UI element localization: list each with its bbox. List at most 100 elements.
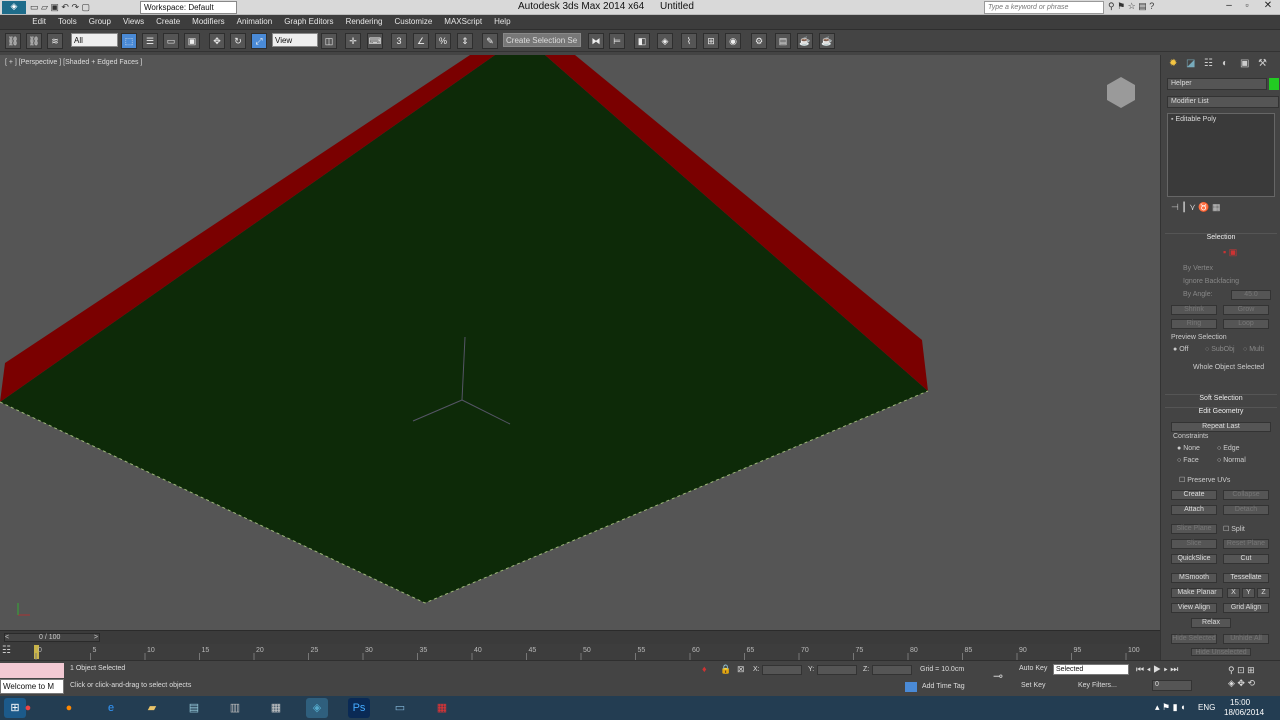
window-switcher-icon[interactable]: ▭ <box>389 698 411 718</box>
3dsmax-taskbar-icon[interactable]: ◈ <box>306 698 328 718</box>
make-planar-button[interactable]: Make Planar <box>1171 588 1223 598</box>
menu-group[interactable]: Group <box>83 15 117 26</box>
rectangular-region-icon[interactable]: ▭ <box>163 33 179 49</box>
angle-spinner[interactable]: 45.0 <box>1231 290 1271 300</box>
utilities-tab-icon[interactable]: ⚒ <box>1258 58 1267 69</box>
add-time-tag-button[interactable]: Add Time Tag <box>922 683 965 690</box>
angle-snap-icon[interactable]: ∠ <box>413 33 429 49</box>
attach-button[interactable]: Attach <box>1171 505 1217 515</box>
close-button[interactable]: ✕ <box>1256 0 1280 14</box>
view-align-button[interactable]: View Align <box>1171 603 1217 613</box>
workspace-dropdown[interactable]: Workspace: Default <box>140 1 237 14</box>
bind-spacewarp-icon[interactable]: ≋ <box>47 33 63 49</box>
ring-button[interactable]: Ring <box>1171 319 1217 329</box>
schematic-view-icon[interactable]: ⊞ <box>703 33 719 49</box>
stack-tools-icons[interactable]: ⊣ ┃ ⋎ ♉ ▦ <box>1171 202 1275 214</box>
collapse-button[interactable]: Collapse <box>1223 490 1269 500</box>
planar-z-button[interactable]: Z <box>1257 588 1270 598</box>
grow-button[interactable]: Grow <box>1223 305 1269 315</box>
curve-editor-icon[interactable]: ⌇ <box>681 33 697 49</box>
playback-controls[interactable]: ⏮ ◂ ▶ ▸ ⏭ <box>1136 664 1216 676</box>
current-frame-field[interactable]: 0 <box>1152 680 1192 691</box>
hierarchy-tab-icon[interactable]: ☷ <box>1204 58 1213 69</box>
set-key-icon[interactable]: ⊸ <box>993 669 1003 683</box>
constraint-edge-radio[interactable]: ○ Edge <box>1217 445 1240 452</box>
split-checkbox[interactable]: ☐ Split <box>1223 525 1245 533</box>
reset-plane-button[interactable]: Reset Plane <box>1223 539 1269 549</box>
select-by-name-icon[interactable]: ☰ <box>142 33 158 49</box>
network-icon[interactable]: ▤ <box>183 698 205 718</box>
quickslice-button[interactable]: QuickSlice <box>1171 554 1217 564</box>
file-explorer-icon[interactable]: ▰ <box>141 698 163 718</box>
preview-subobj-radio[interactable]: ○ SubObj <box>1205 346 1235 353</box>
rendered-frame-icon[interactable]: ▤ <box>775 33 791 49</box>
constraint-normal-radio[interactable]: ○ Normal <box>1217 457 1246 464</box>
preview-multi-radio[interactable]: ○ Multi <box>1243 346 1264 353</box>
percent-snap-icon[interactable]: % <box>435 33 451 49</box>
track-bar[interactable]: 0 5 10 15 20 25 30 35 40 45 50 55 60 65 70 75 80 85 90 95 10… <box>30 644 1140 660</box>
minimize-button[interactable]: – <box>1220 0 1238 14</box>
render-production-icon[interactable]: ☕ <box>797 33 813 49</box>
firefox-icon[interactable]: ● <box>58 698 80 718</box>
isolate-selection-icon[interactable]: ♦ <box>702 664 707 674</box>
viewport-label[interactable]: [ + ] [Perspective ] [Shaded + Edged Fac… <box>5 59 142 66</box>
perspective-viewport[interactable]: [ + ] [Perspective ] [Shaded + Edged Fac… <box>0 55 1160 630</box>
calculator-icon[interactable]: ▦ <box>265 698 287 718</box>
clock-time[interactable]: 15:00 <box>1230 698 1250 707</box>
modify-tab-icon[interactable]: ◪ <box>1186 58 1195 69</box>
menu-maxscript[interactable]: MAXScript <box>438 15 488 26</box>
mirror-icon[interactable]: ⧓ <box>588 33 604 49</box>
key-selection-dropdown[interactable]: Selected <box>1053 664 1129 675</box>
z-coordinate-field[interactable] <box>872 665 912 675</box>
time-tag-icon[interactable] <box>905 682 917 692</box>
y-coordinate-field[interactable] <box>817 665 857 675</box>
menu-rendering[interactable]: Rendering <box>340 15 389 26</box>
constraint-face-radio[interactable]: ○ Face <box>1177 457 1199 464</box>
key-filters-button[interactable]: Key Filters... <box>1078 682 1117 689</box>
create-button[interactable]: Create <box>1171 490 1217 500</box>
viewcube-icon[interactable] <box>1107 77 1135 108</box>
quick-access-icons[interactable]: ▭ ▱ ▣ ↶ ↷ ▢ <box>30 2 125 13</box>
named-selection-dropdown[interactable]: Create Selection Se <box>503 33 581 47</box>
select-move-icon[interactable]: ✥ <box>209 33 225 49</box>
relax-button[interactable]: Relax <box>1191 618 1231 628</box>
motion-tab-icon[interactable]: ◐ <box>1222 58 1228 69</box>
by-vertex-checkbox[interactable]: By Vertex <box>1183 265 1213 272</box>
app-logo-icon[interactable]: ◈ <box>2 1 26 14</box>
hide-selected-button[interactable]: Hide Selected <box>1171 634 1217 644</box>
x-coordinate-field[interactable] <box>762 665 802 675</box>
render-iterative-icon[interactable]: ☕ <box>819 33 835 49</box>
hide-unselected-button[interactable]: Hide Unselected <box>1191 648 1251 656</box>
menu-create[interactable]: Create <box>150 15 186 26</box>
planar-x-button[interactable]: X <box>1227 588 1240 598</box>
preserve-uvs-checkbox[interactable]: ☐ Preserve UVs <box>1179 476 1230 484</box>
reference-coordinate-dropdown[interactable]: View <box>272 33 318 47</box>
slice-plane-button[interactable]: Slice Plane <box>1171 524 1217 534</box>
stack-item-editable-poly[interactable]: ▪ Editable Poly <box>1168 114 1274 125</box>
window-crossing-icon[interactable]: ▣ <box>184 33 200 49</box>
scanner-icon[interactable]: ▥ <box>224 698 246 718</box>
by-angle-checkbox[interactable]: By Angle: <box>1183 291 1213 298</box>
keyboard-shortcut-icon[interactable]: ⌨ <box>367 33 383 49</box>
align-icon[interactable]: ⊨ <box>609 33 625 49</box>
set-key-button[interactable]: Set Key <box>1021 682 1046 689</box>
select-rotate-icon[interactable]: ↻ <box>230 33 246 49</box>
internet-explorer-icon[interactable]: e <box>100 698 122 718</box>
slice-button[interactable]: Slice <box>1171 539 1217 549</box>
language-indicator[interactable]: ENG <box>1198 703 1215 712</box>
detach-button[interactable]: Detach <box>1223 505 1269 515</box>
constraint-none-radio[interactable]: ● None <box>1177 445 1200 452</box>
object-name-field[interactable]: Helper <box>1167 78 1267 90</box>
cut-button[interactable]: Cut <box>1223 554 1269 564</box>
system-tray-icons[interactable]: ▴ ⚑ ▮ ◖ <box>1155 702 1185 713</box>
unlink-icon[interactable]: ⛓ <box>26 33 42 49</box>
menu-help[interactable]: Help <box>488 15 516 26</box>
photoshop-icon[interactable]: Ps <box>348 698 370 718</box>
layer-manager-icon[interactable]: ◧ <box>634 33 650 49</box>
menu-animation[interactable]: Animation <box>231 15 279 26</box>
maxscript-listener-input[interactable]: Welcome to M <box>0 679 64 694</box>
mini-curve-editor-icon[interactable]: ☷ <box>2 645 22 659</box>
loop-button[interactable]: Loop <box>1223 319 1269 329</box>
menu-views[interactable]: Views <box>117 15 150 26</box>
selection-rollout-header[interactable]: Selection <box>1165 233 1277 243</box>
